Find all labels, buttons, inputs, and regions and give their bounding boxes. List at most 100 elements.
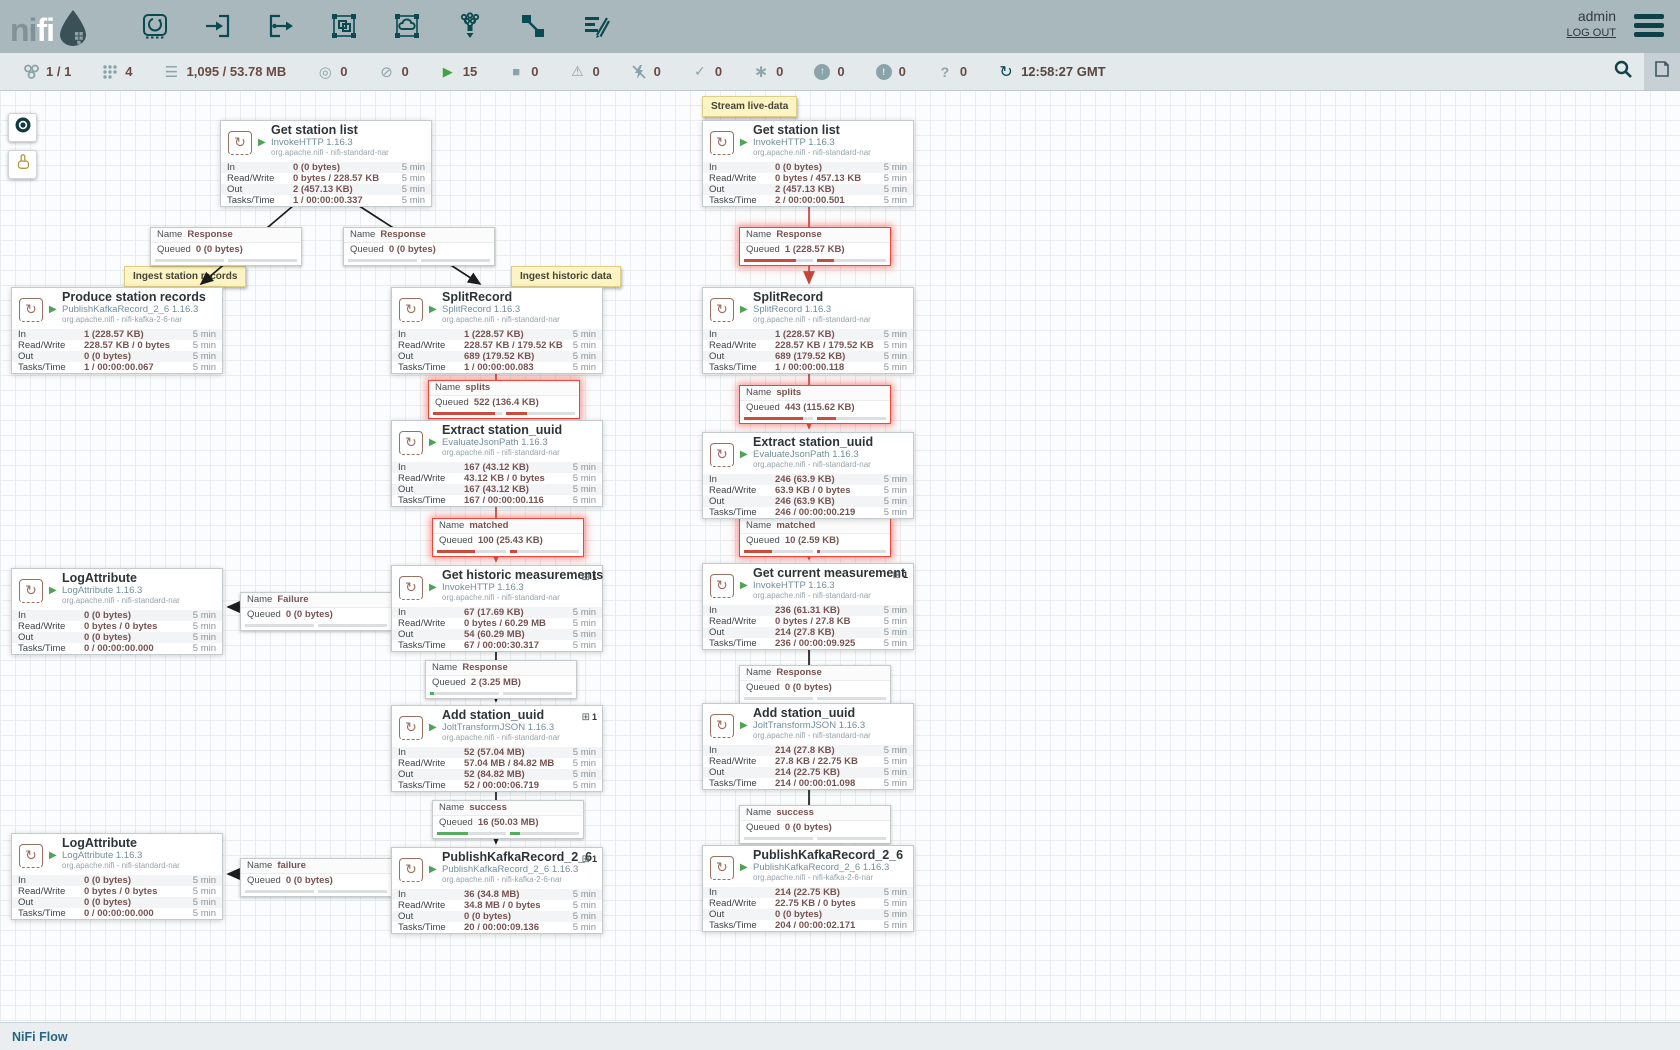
processor[interactable]: ↻▶⊞1Add station_uuidJoltTransformJSON 1.… (391, 705, 603, 792)
breadcrumb[interactable]: NiFi Flow (12, 1030, 68, 1044)
processor-stat-row: In0 (0 bytes)5 min (12, 875, 222, 886)
queue-usage-bars (151, 257, 301, 265)
processor-name: LogAttribute (62, 837, 214, 850)
processor-type-icon: ↻ (710, 298, 734, 322)
connection-label[interactable]: NameResponseQueued1 (228.57 KB) (739, 227, 891, 266)
processor[interactable]: ↻▶SplitRecordSplitRecord 1.16.3org.apach… (702, 287, 914, 374)
status-disabled: 0 (630, 63, 661, 81)
processor-stat-row: Out52 (84.82 MB)5 min (392, 769, 602, 780)
processor[interactable]: ↻▶PublishKafkaRecord_2_6PublishKafkaReco… (702, 845, 914, 932)
stat-value: 54 (60.29 MB) (464, 629, 573, 640)
processor-stat-row: Out2 (457.13 KB)5 min (703, 184, 913, 195)
stat-value: 0 bytes / 27.8 KB (775, 616, 884, 627)
processor[interactable]: ↻▶Add station_uuidJoltTransformJSON 1.16… (702, 703, 914, 790)
connection-label[interactable]: NamematchedQueued100 (25.43 KB) (432, 518, 584, 557)
queue-usage-bars (433, 830, 583, 838)
stat-value: 214 / 00:00:01.098 (775, 778, 884, 789)
stat-label: Read/Write (18, 886, 84, 897)
processor[interactable]: ↻▶LogAttributeLogAttribute 1.16.3org.apa… (11, 568, 223, 655)
stat-window: 5 min (193, 621, 216, 632)
stat-value: 228.57 KB / 0 bytes (84, 340, 193, 351)
processor[interactable]: ↻▶Extract station_uuidEvaluateJsonPath 1… (702, 432, 914, 519)
processor[interactable]: ↻▶SplitRecordSplitRecord 1.16.3org.apach… (391, 287, 603, 374)
connection-label[interactable]: NameFailureQueued0 (0 bytes) (240, 592, 392, 631)
stat-value: 167 (43.12 KB) (464, 462, 573, 473)
processor-stat-row: Out0 (0 bytes)5 min (12, 351, 222, 362)
processor-stat-row: Tasks/Time236 / 00:00:09.9255 min (703, 638, 913, 649)
processor[interactable]: ↻▶⊞1PublishKafkaRecord_2_6PublishKafkaRe… (391, 847, 603, 934)
processor-type: EvaluateJsonPath 1.16.3 (753, 449, 905, 460)
processor[interactable]: ↻▶⊞1Get current measurementInvokeHTTP 1.… (702, 563, 914, 650)
template-icon[interactable] (518, 10, 548, 42)
queue-usage-bars (344, 257, 494, 265)
input-port-icon[interactable] (203, 10, 233, 42)
bulletin-board-button[interactable] (1644, 53, 1680, 90)
processor-name: PublishKafkaRecord_2_6 (442, 851, 594, 864)
stat-label: Tasks/Time (18, 908, 84, 919)
stat-label: Out (398, 769, 464, 780)
funnel-icon[interactable] (455, 10, 485, 42)
label-icon[interactable] (581, 10, 611, 42)
connection-queued-key: Queued (247, 608, 281, 622)
birdseye-toggle-button[interactable] (8, 113, 37, 142)
processor-type: PublishKafkaRecord_2_6 1.16.3 (62, 304, 214, 315)
canvas[interactable]: Stream live-data Ingest station records In… (0, 90, 1680, 1050)
queued-icon: ☰ (163, 63, 181, 81)
status-queued: ☰1,095 / 53.78 MB (163, 63, 287, 81)
connection-label[interactable]: NameResponseQueued2 (3.25 MB) (425, 660, 577, 699)
connection-label[interactable]: NamesuccessQueued0 (0 bytes) (739, 805, 891, 844)
operate-palette-button[interactable] (8, 150, 37, 179)
locally-modified-icon: ∗ (752, 63, 770, 81)
connection-name: matched (776, 519, 815, 533)
stat-window: 5 min (884, 340, 907, 351)
remote-process-group-icon[interactable] (392, 10, 422, 42)
logout-link[interactable]: LOG OUT (1566, 25, 1616, 41)
processor-stat-row: Tasks/Time167 / 00:00:00.1165 min (392, 495, 602, 506)
processor[interactable]: ↻▶Get station listInvokeHTTP 1.16.3org.a… (702, 120, 914, 207)
stat-label: In (18, 875, 84, 886)
processor-bundle: org.apache.nifi - nifi-standard-nar (753, 315, 905, 324)
processor-stat-row: In1 (228.57 KB)5 min (12, 329, 222, 340)
search-button[interactable] (1602, 53, 1644, 90)
connection-queued-key: Queued (439, 816, 473, 830)
connection-name-key: Name (746, 666, 771, 680)
processor-name: Get station list (271, 124, 423, 137)
global-menu-icon[interactable] (1634, 14, 1664, 38)
canvas-label[interactable]: Stream live-data (702, 96, 797, 117)
queue-usage-bars (241, 622, 391, 630)
processor-icon[interactable] (140, 10, 170, 42)
connection-name: success (469, 801, 507, 815)
output-port-icon[interactable] (266, 10, 296, 42)
stat-value: 36 (34.8 MB) (464, 889, 573, 900)
processor-bundle: org.apache.nifi - nifi-standard-nar (442, 733, 594, 742)
stat-value: 0 (0 bytes) (464, 911, 573, 922)
canvas-label[interactable]: Ingest historic data (511, 266, 621, 287)
stat-label: Out (398, 911, 464, 922)
processor-stat-row: Read/Write228.57 KB / 179.52 KB5 min (703, 340, 913, 351)
processor[interactable]: ↻▶Extract station_uuidEvaluateJsonPath 1… (391, 420, 603, 507)
processor[interactable]: ↻▶LogAttributeLogAttribute 1.16.3org.apa… (11, 833, 223, 920)
connection-label[interactable]: NameResponseQueued0 (0 bytes) (150, 227, 302, 266)
stat-label: In (709, 162, 775, 173)
queue-usage-bars (740, 257, 890, 265)
running-status-icon: ▶ (740, 580, 748, 591)
processor[interactable]: ↻▶Get station listInvokeHTTP 1.16.3org.a… (220, 120, 432, 207)
stat-window: 5 min (193, 908, 216, 919)
connection-label[interactable]: NamesuccessQueued16 (50.03 MB) (432, 800, 584, 839)
processor-stat-row: Out0 (0 bytes)5 min (12, 897, 222, 908)
status-transmitting: ◎0 (316, 63, 347, 81)
connection-label[interactable]: NamematchedQueued10 (2.59 KB) (739, 518, 891, 557)
processor[interactable]: ↻▶Produce station recordsPublishKafkaRec… (11, 287, 223, 374)
stat-label: Tasks/Time (398, 495, 464, 506)
connection-label[interactable]: NamesplitsQueued522 (136.4 KB) (428, 380, 580, 419)
process-group-icon[interactable] (329, 10, 359, 42)
connection-label[interactable]: NameResponseQueued0 (0 bytes) (343, 227, 495, 266)
processor[interactable]: ↻▶⊞1Get historic measurementsInvokeHTTP … (391, 565, 603, 652)
connection-label[interactable]: NamesplitsQueued443 (115.62 KB) (739, 385, 891, 424)
canvas-label[interactable]: Ingest station records (124, 266, 246, 287)
processor-type-icon: ↻ (399, 298, 423, 322)
processor-stat-row: In246 (63.9 KB)5 min (703, 474, 913, 485)
connection-label[interactable]: NameResponseQueued0 (0 bytes) (739, 665, 891, 704)
connection-label[interactable]: NamefailureQueued0 (0 bytes) (240, 858, 392, 897)
processor-type-icon: ↻ (399, 576, 423, 600)
